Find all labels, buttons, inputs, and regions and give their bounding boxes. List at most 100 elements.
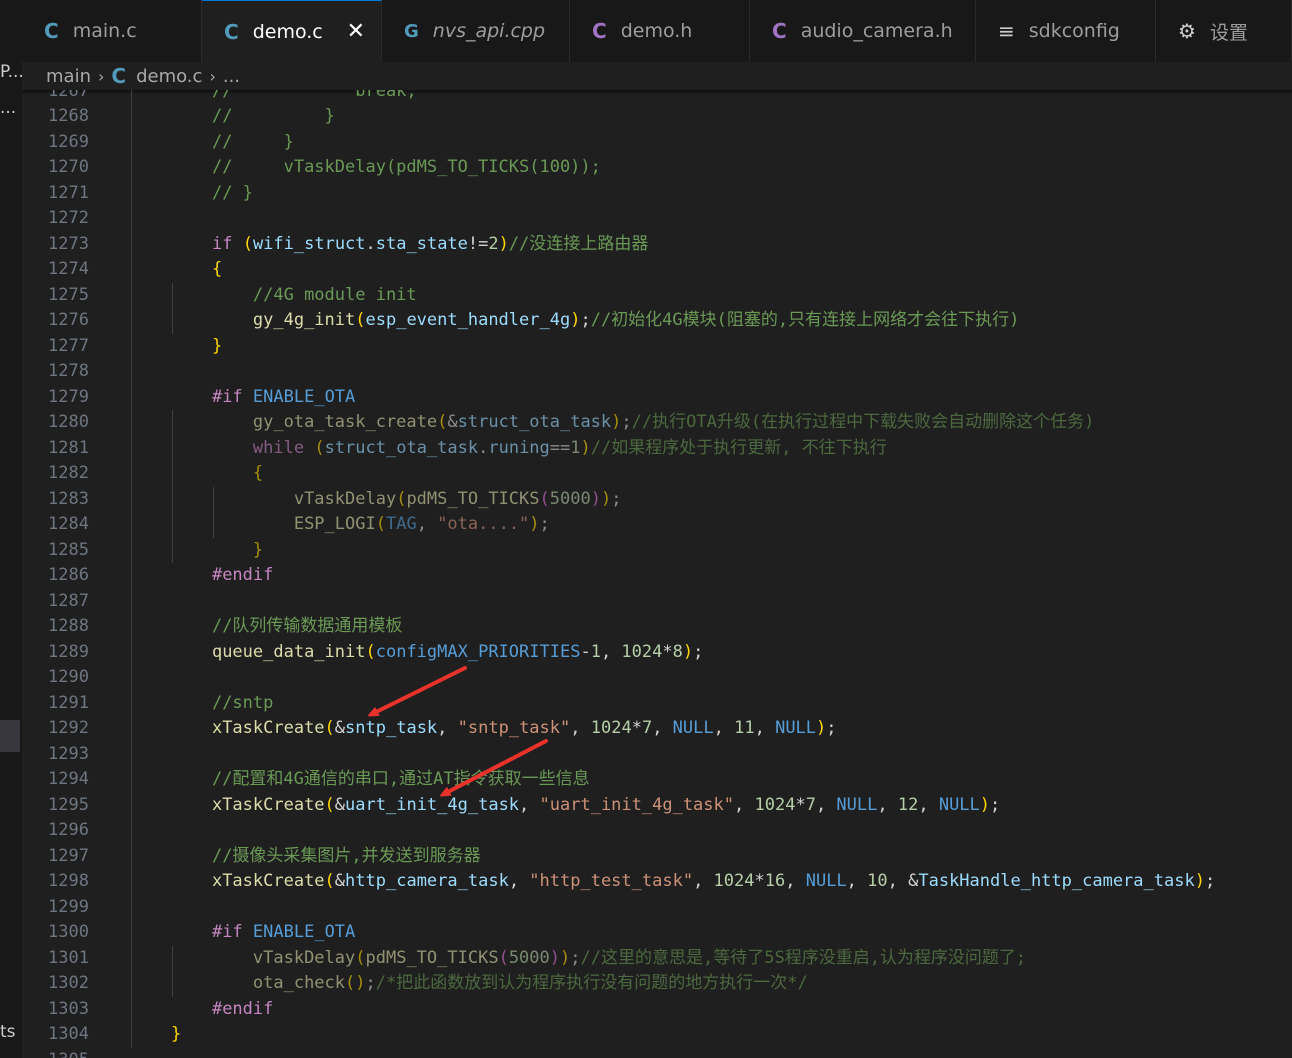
code-line[interactable]: 1286 #endif [22,563,1292,589]
tab-main-c[interactable]: C main.c [22,0,202,62]
sidebar-fragment-top[interactable]: P... [0,62,24,82]
tab-label: 设置 [1209,21,1248,44]
code-text[interactable]: //队列传输数据通用模板 [171,614,402,640]
code-text[interactable]: //配置和4G通信的串口,通过AT指令获取一些信息 [171,767,590,793]
code-text[interactable]: #if ENABLE_OTA [171,920,355,946]
code-line[interactable]: 1269 // } [22,130,1292,156]
code-line[interactable]: 1301 vTaskDelay(pdMS_TO_TICKS(5000));//这… [22,946,1292,972]
activity-bar: P... ... ts [0,0,24,1058]
code-text[interactable]: ota_check();/*把此函数放到认为程序执行没有问题的地方执行一次*/ [171,971,808,997]
code-line[interactable]: 1275 //4G module init [22,283,1292,309]
code-line[interactable]: 1290 [22,665,1292,691]
code-text[interactable]: vTaskDelay(pdMS_TO_TICKS(5000)); [171,487,622,513]
code-line[interactable]: 1300 #if ENABLE_OTA [22,920,1292,946]
code-line[interactable]: 1282 { [22,461,1292,487]
tab-nvs-api-cpp[interactable]: G nvs_api.cpp [382,0,570,62]
code-text[interactable]: //摄像头采集图片,并发送到服务器 [171,844,481,870]
code-line[interactable]: 1268 // } [22,104,1292,130]
code-line[interactable]: 1285 } [22,538,1292,564]
breadcrumb-folder[interactable]: main [46,66,91,87]
code-line[interactable]: 1278 [22,359,1292,385]
code-text[interactable]: vTaskDelay(pdMS_TO_TICKS(5000));//这里的意思是… [171,946,1026,972]
code-text[interactable]: #if ENABLE_OTA [171,385,355,411]
sidebar-fragment-bottom[interactable]: ts [0,1022,16,1042]
code-text[interactable]: // } [171,130,294,156]
code-line[interactable]: 1272 [22,206,1292,232]
code-text[interactable]: xTaskCreate(&sntp_task, "sntp_task", 102… [171,716,837,742]
code-line[interactable]: 1303 #endif [22,997,1292,1023]
code-text[interactable]: } [171,538,263,564]
line-number: 1271 [48,182,89,203]
code-line[interactable]: 1291 //sntp [22,691,1292,717]
code-line[interactable]: 1297 //摄像头采集图片,并发送到服务器 [22,844,1292,870]
indent-guide [171,945,173,997]
code-line[interactable]: 1280 gy_ota_task_create(&struct_ota_task… [22,410,1292,436]
code-line[interactable]: 1273 if (wifi_struct.sta_state!=2)//没连接上… [22,232,1292,258]
line-number: 1289 [48,641,89,662]
tab-demo-h[interactable]: C demo.h [570,0,750,62]
code-text[interactable]: queue_data_init(configMAX_PRIORITIES-1, … [171,640,703,666]
line-number: 1291 [48,692,89,713]
code-line[interactable]: 1274 { [22,257,1292,283]
code-line[interactable]: 1298 xTaskCreate(&http_camera_task, "htt… [22,869,1292,895]
code-line[interactable]: 1277 } [22,334,1292,360]
line-number: 1267 [48,90,89,101]
breadcrumb-more[interactable]: ... [223,66,240,87]
code-line[interactable]: 1270 // vTaskDelay(pdMS_TO_TICKS(100)); [22,155,1292,181]
tab-label: nvs_api.cpp [432,20,546,42]
code-text[interactable]: while (struct_ota_task.runing==1)//如果程序处… [171,436,887,462]
tab-settings[interactable]: ⚙ 设置 [1156,0,1292,62]
code-text[interactable]: // vTaskDelay(pdMS_TO_TICKS(100)); [171,155,601,181]
code-line[interactable]: 1292 xTaskCreate(&sntp_task, "sntp_task"… [22,716,1292,742]
code-text[interactable]: ESP_LOGI(TAG, "ota...."); [171,512,550,538]
code-text[interactable]: { [171,461,263,487]
code-text[interactable]: // } [171,181,253,207]
code-line[interactable]: 1305 [22,1048,1292,1058]
code-text[interactable]: } [171,334,222,360]
code-text[interactable]: gy_ota_task_create(&struct_ota_task);//执… [171,410,1094,436]
code-text[interactable]: #endif [171,563,273,589]
close-icon[interactable]: ✕ [347,19,365,44]
code-line[interactable]: 1299 [22,895,1292,921]
code-line[interactable]: 1288 //队列传输数据通用模板 [22,614,1292,640]
code-line[interactable]: 1267 // break; [22,90,1292,104]
code-text[interactable]: } [171,1022,181,1048]
code-line[interactable]: 1295 xTaskCreate(&uart_init_4g_task, "ua… [22,793,1292,819]
code-text[interactable]: //sntp [171,691,273,717]
code-line[interactable]: 1276 gy_4g_init(esp_event_handler_4g);//… [22,308,1292,334]
code-line[interactable]: 1287 [22,589,1292,615]
breadcrumb-file[interactable]: demo.c [136,66,202,87]
code-line[interactable]: 1293 [22,742,1292,768]
code-text[interactable]: // break; [171,90,417,104]
code-line[interactable]: 1289 queue_data_init(configMAX_PRIORITIE… [22,640,1292,666]
line-number: 1276 [48,310,89,330]
line-number: 1293 [48,743,89,764]
code-line[interactable]: 1294 //配置和4G通信的串口,通过AT指令获取一些信息 [22,767,1292,793]
code-line[interactable]: 1304} [22,1022,1292,1048]
code-text[interactable]: xTaskCreate(&uart_init_4g_task, "uart_in… [171,793,1000,819]
code-text[interactable]: gy_4g_init(esp_event_handler_4g);//初始化4G… [171,308,1019,334]
code-line[interactable]: 1281 while (struct_ota_task.runing==1)//… [22,436,1292,462]
tab-sdkconfig[interactable]: ≡ sdkconfig [976,0,1156,62]
line-number: 1290 [48,667,89,687]
code-line[interactable]: 1302 ota_check();/*把此函数放到认为程序执行没有问题的地方执行… [22,971,1292,997]
breadcrumb: main › C demo.c › ... [22,62,1292,90]
code-text[interactable]: { [171,257,222,283]
code-line[interactable]: 1296 [22,818,1292,844]
code-line[interactable]: 1271 // } [22,181,1292,207]
code-text[interactable]: // } [171,104,335,130]
indent-guide [212,486,214,538]
line-number: 1298 [48,871,89,891]
sidebar-fragment-mid[interactable]: ... [0,98,16,118]
code-text[interactable]: #endif [171,997,273,1023]
line-number: 1303 [48,998,89,1019]
tab-demo-c[interactable]: C demo.c ✕ [202,0,382,62]
code-editor[interactable]: 1267 // break; 1268 // } 1269 // } 1270 // … [22,90,1292,1058]
code-line[interactable]: 1279 #if ENABLE_OTA [22,385,1292,411]
code-text[interactable]: xTaskCreate(&http_camera_task, "http_tes… [171,869,1215,895]
line-number: 1295 [48,794,89,815]
tab-audio-camera-h[interactable]: C audio_camera.h [750,0,976,62]
code-text[interactable]: if (wifi_struct.sta_state!=2)//没连接上路由器 [171,232,648,258]
cpp-file-icon: G [404,20,419,42]
code-text[interactable]: //4G module init [171,283,417,309]
